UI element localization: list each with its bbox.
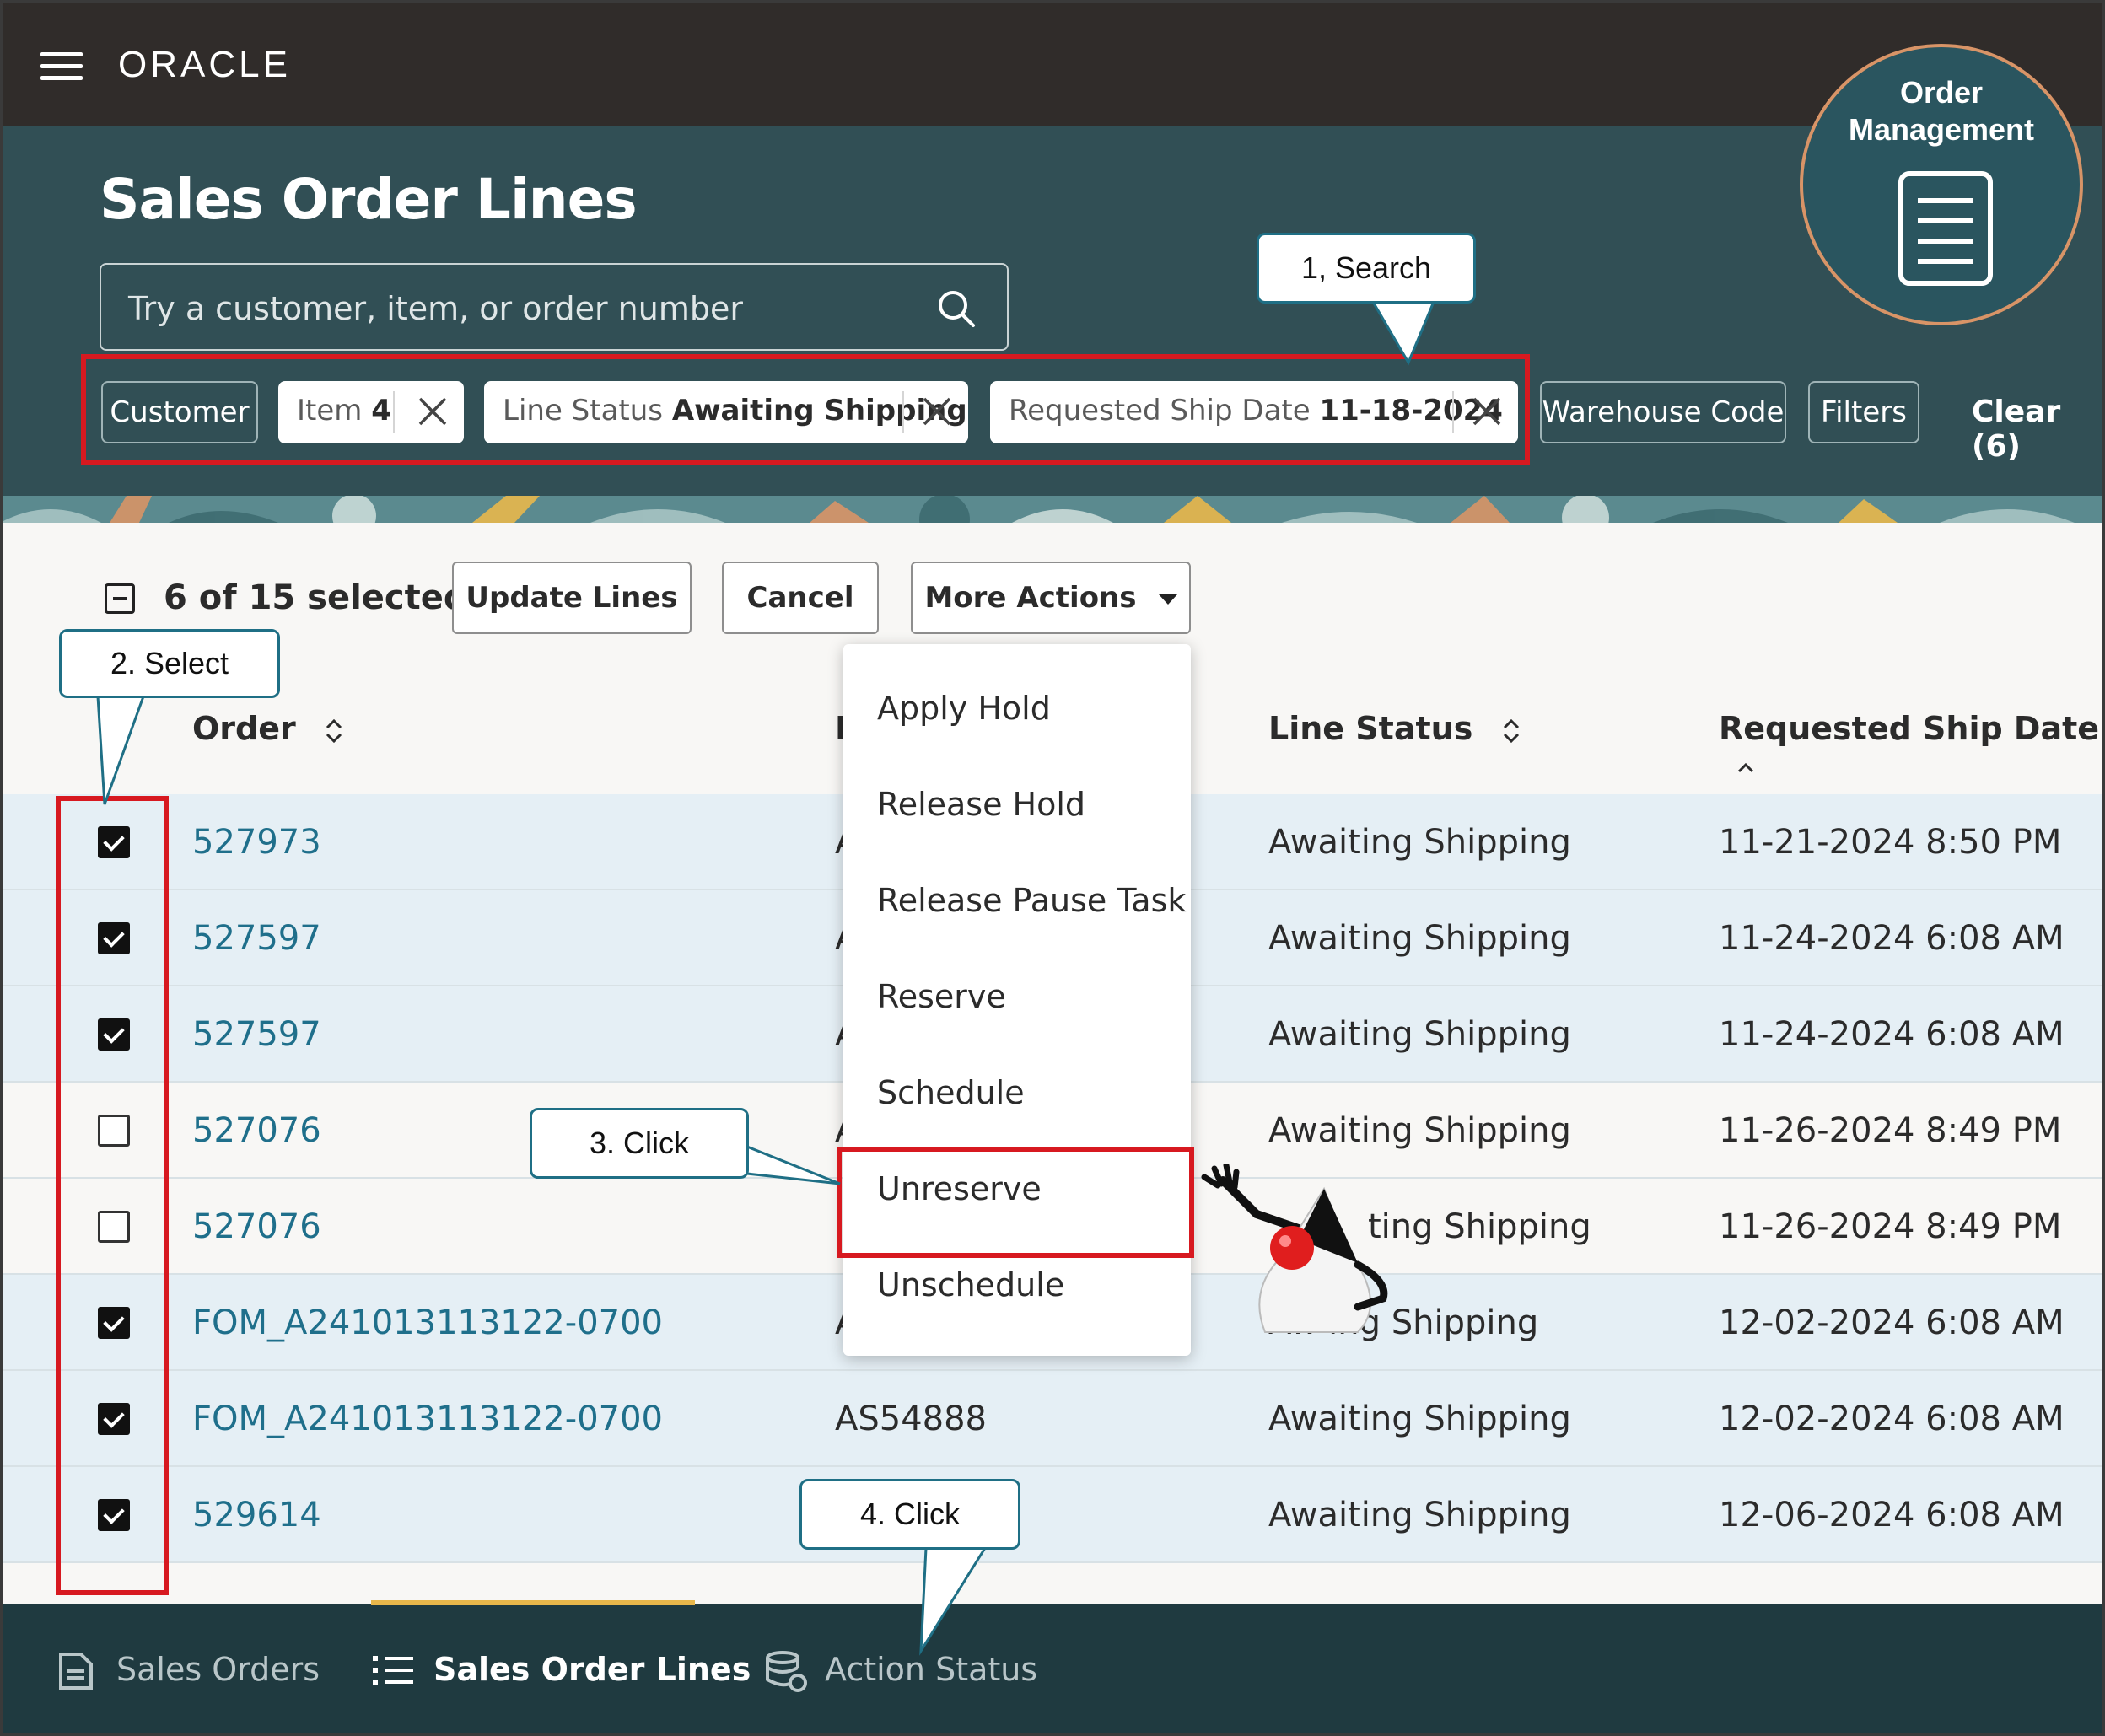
callout-select: 2. Select xyxy=(59,629,280,698)
callout-search: 1, Search xyxy=(1257,233,1476,304)
screen: ORACLE Sales Order Lines Try a customer,… xyxy=(0,0,2105,1736)
callout-click-action-status: 4. Click xyxy=(799,1479,1020,1550)
callout-click-unreserve: 3. Click xyxy=(530,1108,749,1179)
callout-pointers xyxy=(96,300,1436,1656)
